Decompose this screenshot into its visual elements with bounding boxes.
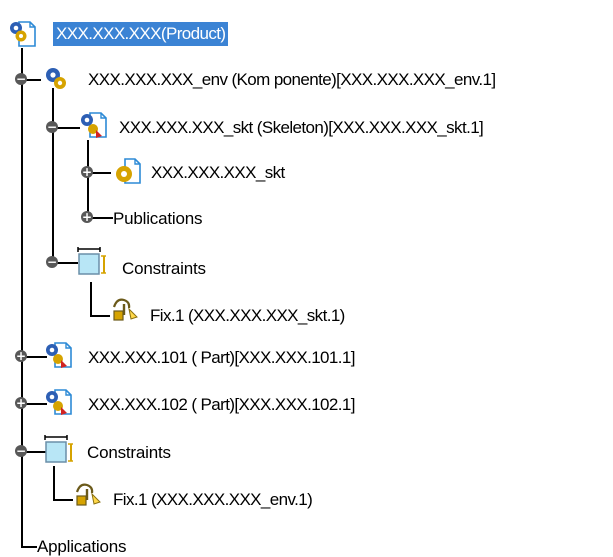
env-component-label[interactable]: XXX.XXX.XXX_env (Kom ponente)[XXX.XXX.XX… (88, 68, 496, 92)
geometry-icon[interactable] (112, 156, 142, 186)
env-fix-label[interactable]: Fix.1 (XXX.XXX.XXX_skt.1) (150, 304, 345, 328)
part-icon[interactable] (43, 387, 73, 417)
expand-toggle-publications[interactable]: + (81, 211, 93, 223)
tree-line-env-constraints (90, 282, 92, 316)
part-101-label[interactable]: XXX.XXX.101 ( Part)[XXX.XXX.101.1] (88, 346, 355, 370)
constraints-icon[interactable] (76, 246, 106, 276)
part-icon[interactable] (78, 110, 108, 140)
specification-tree: − − + + − + + − XXX.XXX.XXX(Product) XXX… (0, 0, 613, 557)
env-constraints-label[interactable]: Constraints (122, 257, 206, 281)
tree-line-skeleton (87, 140, 89, 218)
fix-constraint-icon[interactable] (73, 478, 103, 508)
collapse-toggle-root[interactable]: − (15, 73, 27, 85)
collapse-toggle-skeleton[interactable]: − (46, 121, 58, 133)
part-icon[interactable] (43, 340, 73, 370)
component-icon[interactable] (42, 64, 72, 94)
expand-toggle-part-101[interactable]: + (15, 350, 27, 362)
publications-label[interactable]: Publications (113, 207, 202, 231)
tree-branch (90, 315, 110, 317)
expand-toggle-skeleton-body[interactable]: + (81, 166, 93, 178)
expand-toggle-part-102[interactable]: + (15, 397, 27, 409)
root-fix-label[interactable]: Fix.1 (XXX.XXX.XXX_env.1) (113, 488, 313, 512)
tree-line-root-constraints (53, 466, 55, 500)
fix-constraint-icon[interactable] (110, 293, 140, 323)
skeleton-label[interactable]: XXX.XXX.XXX_skt (Skeleton)[XXX.XXX.XXX_s… (119, 116, 484, 140)
tree-branch (53, 499, 73, 501)
part-102-label[interactable]: XXX.XXX.102 ( Part)[XXX.XXX.102.1] (88, 393, 355, 417)
applications-label[interactable]: Applications (37, 535, 126, 557)
tree-branch (21, 546, 37, 548)
root-product-label[interactable]: XXX.XXX.XXX(Product) (53, 22, 229, 46)
tree-line-root (21, 48, 23, 548)
root-constraints-label[interactable]: Constraints (87, 441, 171, 465)
collapse-toggle-root-constraints[interactable]: − (15, 445, 27, 457)
tree-line-env (52, 88, 54, 263)
skeleton-body-label[interactable]: XXX.XXX.XXX_skt (151, 161, 285, 185)
constraints-icon[interactable] (43, 434, 73, 464)
product-icon[interactable] (7, 19, 37, 49)
collapse-toggle-env-constraints[interactable]: − (46, 256, 58, 268)
